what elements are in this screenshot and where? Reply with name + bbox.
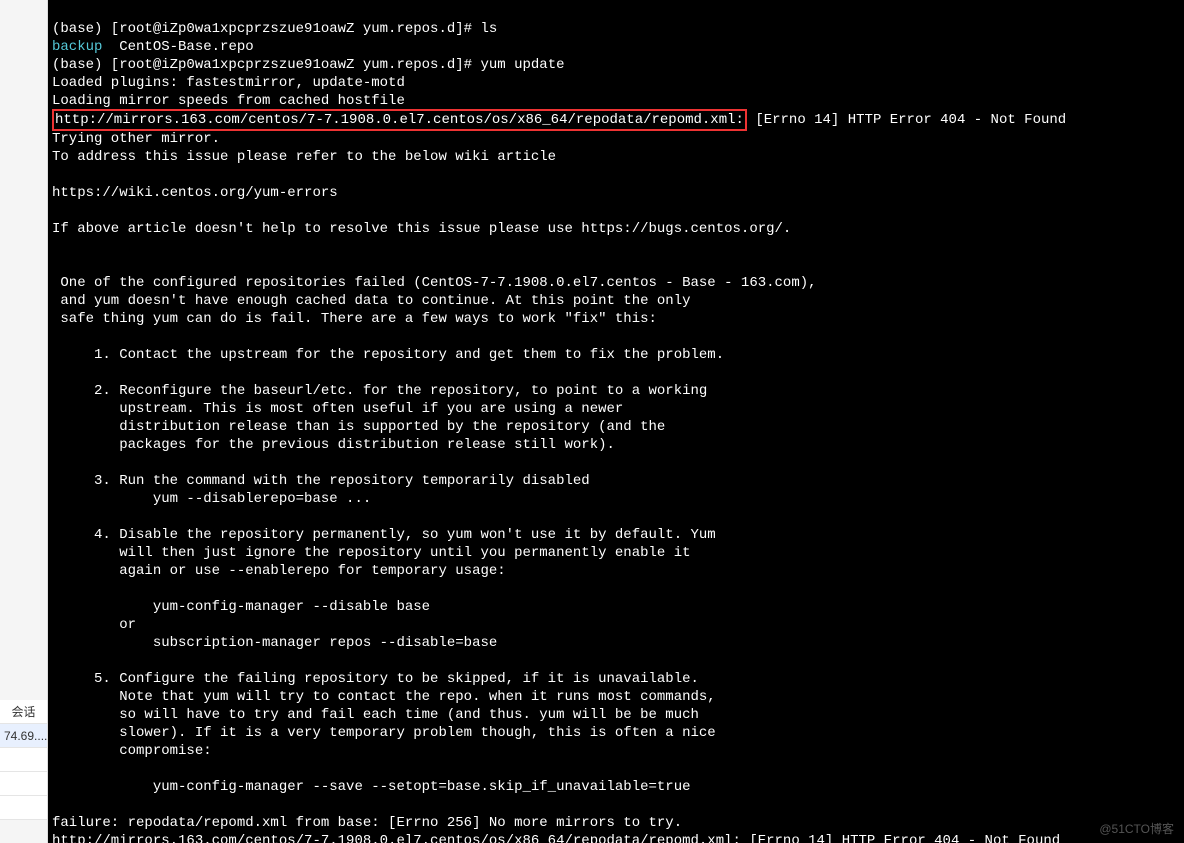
out-safe-fail: safe thing yum can do is fail. There are…: [52, 311, 657, 327]
out-loaded-plugins: Loaded plugins: fastestmirror, update-mo…: [52, 75, 405, 91]
out-fix-4b: will then just ignore the repository unt…: [52, 545, 691, 561]
out-fix-3b: yum --disablerepo=base ...: [52, 491, 371, 507]
out-trying-other: Trying other mirror.: [52, 131, 220, 147]
highlighted-url: http://mirrors.163.com/centos/7-7.1908.0…: [52, 109, 747, 131]
out-fix-5c: so will have to try and fail each time (…: [52, 707, 699, 723]
cmd-yum-update: yum update: [480, 57, 564, 73]
dir-backup: backup: [52, 39, 102, 55]
out-loading-mirror: Loading mirror speeds from cached hostfi…: [52, 93, 405, 109]
terminal[interactable]: (base) [root@iZp0wa1xpcprzszue91oawZ yum…: [48, 0, 1184, 843]
out-fix-5f: yum-config-manager --save --setopt=base.…: [52, 779, 691, 795]
out-fix-4e: or: [52, 617, 136, 633]
out-errno-14: [Errno 14] HTTP Error 404 - Not Found: [747, 112, 1066, 128]
out-yum-cached: and yum doesn't have enough cached data …: [52, 293, 691, 309]
sidebar-empty-3: [0, 796, 47, 820]
prompt-line-2: (base) [root@iZp0wa1xpcprzszue91oawZ yum…: [52, 57, 480, 73]
out-failure: failure: repodata/repomd.xml from base: …: [52, 815, 682, 831]
file-centos-base: CentOS-Base.repo: [102, 39, 253, 55]
out-fix-3a: 3. Run the command with the repository t…: [52, 473, 590, 489]
prompt-line-1: (base) [root@iZp0wa1xpcprzszue91oawZ yum…: [52, 21, 480, 37]
out-fix-4f: subscription-manager repos --disable=bas…: [52, 635, 497, 651]
out-fix-2d: packages for the previous distribution r…: [52, 437, 615, 453]
out-failure-url: http://mirrors.163.com/centos/7-7.1908.0…: [52, 833, 1060, 843]
out-fix-5a: 5. Configure the failing repository to b…: [52, 671, 699, 687]
sidebar-empty-1: [0, 748, 47, 772]
out-bugs-link: If above article doesn't help to resolve…: [52, 221, 791, 237]
out-repo-failed: One of the configured repositories faile…: [52, 275, 817, 291]
out-fix-4a: 4. Disable the repository permanently, s…: [52, 527, 716, 543]
sidebar-session-label: 会话: [0, 700, 47, 724]
out-fix-5b: Note that yum will try to contact the re…: [52, 689, 716, 705]
out-fix-5d: slower). If it is a very temporary probl…: [52, 725, 716, 741]
out-fix-4d: yum-config-manager --disable base: [52, 599, 430, 615]
out-fix-5e: compromise:: [52, 743, 212, 759]
out-fix-2c: distribution release than is supported b…: [52, 419, 665, 435]
sidebar: 会话 74.69....: [0, 0, 48, 843]
out-fix-2b: upstream. This is most often useful if y…: [52, 401, 623, 417]
out-fix-4c: again or use --enablerepo for temporary …: [52, 563, 506, 579]
cmd-ls: ls: [480, 21, 497, 37]
sidebar-session-item[interactable]: 74.69....: [0, 724, 47, 748]
out-address-issue: To address this issue please refer to th…: [52, 149, 556, 165]
out-wiki-link: https://wiki.centos.org/yum-errors: [52, 185, 338, 201]
out-fix-2a: 2. Reconfigure the baseurl/etc. for the …: [52, 383, 707, 399]
watermark: @51CTO博客: [1099, 820, 1174, 837]
out-fix-1: 1. Contact the upstream for the reposito…: [52, 347, 724, 363]
sidebar-empty-2: [0, 772, 47, 796]
